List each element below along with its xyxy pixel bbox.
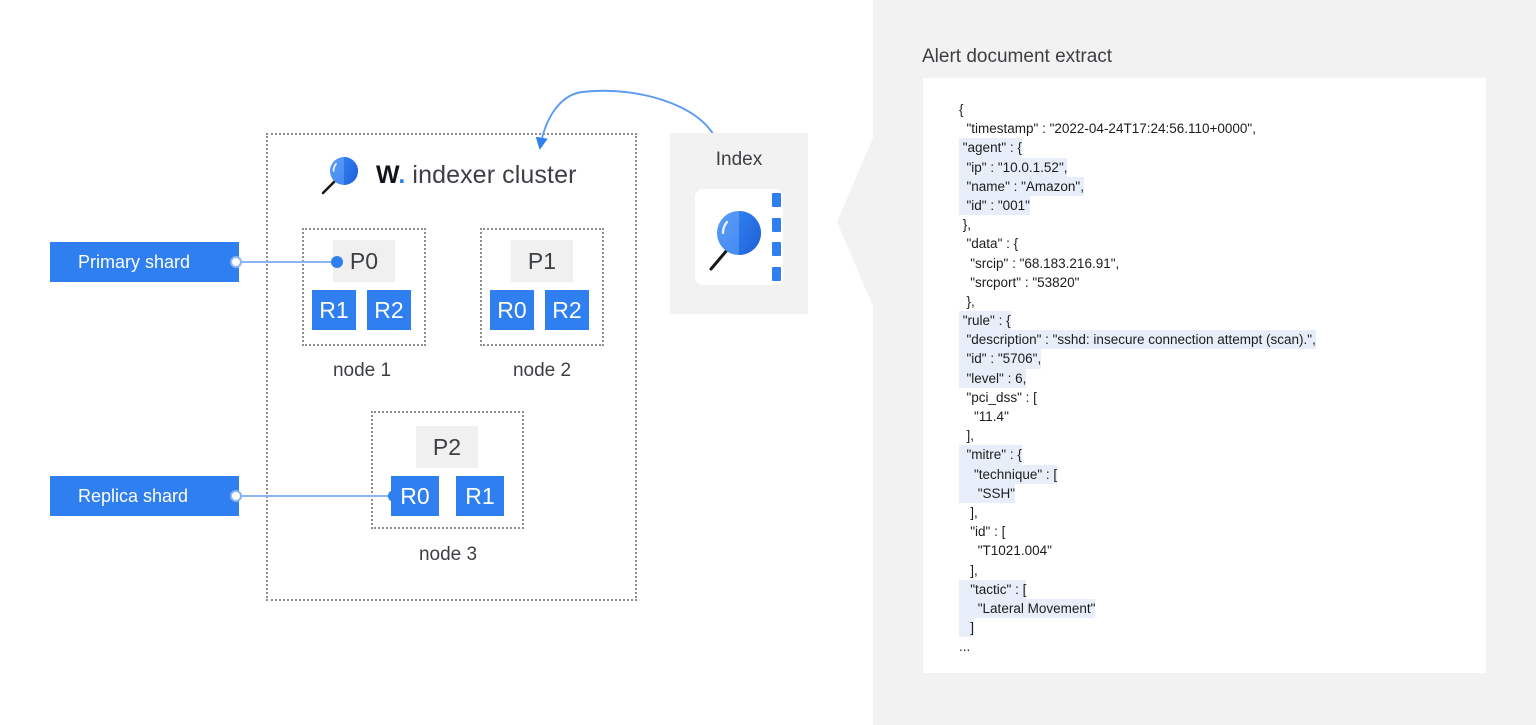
cluster-title: W. indexer cluster bbox=[376, 161, 577, 190]
json-line: }, bbox=[959, 292, 975, 311]
index-dash-3 bbox=[772, 242, 781, 256]
wazuh-magnifier-icon bbox=[318, 152, 364, 198]
json-line: "rule" : { bbox=[959, 311, 1011, 330]
shard-node1-r2[interactable]: R2 bbox=[367, 290, 411, 330]
json-line: "data" : { bbox=[959, 234, 1018, 253]
alert-pane-title: Alert document extract bbox=[922, 46, 1112, 68]
json-line: ] bbox=[959, 618, 974, 637]
json-line: "mitre" : { bbox=[959, 445, 1022, 464]
json-line: "level" : 6, bbox=[959, 369, 1026, 388]
json-line: "agent" : { bbox=[959, 138, 1022, 157]
cluster-header: W. indexer cluster bbox=[318, 152, 577, 198]
index-dash-4 bbox=[772, 267, 781, 281]
json-line: "name" : "Amazon", bbox=[959, 177, 1084, 196]
json-line: "description" : "sshd: insecure connecti… bbox=[959, 330, 1316, 349]
json-line: }, bbox=[959, 215, 971, 234]
cluster-diagram-pane: W. indexer cluster P0 R1 R2 node 1 P1 R0… bbox=[0, 0, 873, 725]
index-card-inner bbox=[695, 189, 783, 285]
cluster-title-text: indexer cluster bbox=[405, 161, 576, 189]
json-line: "T1021.004" bbox=[959, 541, 1052, 560]
legend-primary-shard[interactable]: Primary shard bbox=[50, 242, 239, 282]
alert-document-pane: Alert document extract { "timestamp" : "… bbox=[873, 0, 1536, 725]
wazuh-magnifier-icon bbox=[695, 189, 783, 285]
shard-p0[interactable]: P0 bbox=[333, 240, 395, 282]
json-line: "id" : "001" bbox=[959, 196, 1030, 215]
shard-p2[interactable]: P2 bbox=[416, 426, 478, 468]
index-dash-1 bbox=[772, 193, 781, 207]
json-line: "id" : [ bbox=[959, 522, 1005, 541]
json-line: "Lateral Movement" bbox=[959, 599, 1095, 618]
json-line: ], bbox=[959, 426, 974, 445]
wazuh-wordmark: W. bbox=[376, 161, 405, 189]
shard-node2-r0[interactable]: R0 bbox=[490, 290, 534, 330]
json-line: ], bbox=[959, 503, 978, 522]
json-line: "pci_dss" : [ bbox=[959, 388, 1037, 407]
index-shard-dashes bbox=[772, 193, 781, 281]
json-line: ... bbox=[959, 637, 970, 656]
node-1-label: node 1 bbox=[282, 360, 442, 382]
json-line: "ip" : "10.0.1.52", bbox=[959, 158, 1067, 177]
json-line: "SSH" bbox=[959, 484, 1015, 503]
shard-node3-r1[interactable]: R1 bbox=[456, 476, 504, 516]
node-3-label: node 3 bbox=[368, 544, 528, 566]
json-line: ], bbox=[959, 561, 978, 580]
index-card-title: Index bbox=[670, 149, 808, 171]
legend-primary-shard-label: Primary shard bbox=[78, 252, 190, 273]
index-card[interactable]: Index bbox=[670, 133, 808, 314]
shard-node3-r0[interactable]: R0 bbox=[391, 476, 439, 516]
json-line: "timestamp" : "2022-04-24T17:24:56.110+0… bbox=[959, 119, 1256, 138]
json-line: "srcip" : "68.183.216.91", bbox=[959, 254, 1119, 273]
node-2-label: node 2 bbox=[462, 360, 622, 382]
json-line: { bbox=[959, 100, 964, 119]
json-line: "id" : "5706", bbox=[959, 349, 1041, 368]
json-line: "11.4" bbox=[959, 407, 1009, 426]
shard-node1-r1[interactable]: R1 bbox=[312, 290, 356, 330]
alert-document-card: { "timestamp" : "2022-04-24T17:24:56.110… bbox=[923, 78, 1486, 673]
json-line: "srcport" : "53820" bbox=[959, 273, 1079, 292]
json-line: "tactic" : [ bbox=[959, 580, 1026, 599]
shard-p1[interactable]: P1 bbox=[511, 240, 573, 282]
alert-json-block: { "timestamp" : "2022-04-24T17:24:56.110… bbox=[959, 100, 1316, 656]
shard-node2-r2[interactable]: R2 bbox=[545, 290, 589, 330]
json-line: "technique" : [ bbox=[959, 465, 1057, 484]
index-dash-2 bbox=[772, 218, 781, 232]
legend-replica-shard-label: Replica shard bbox=[78, 486, 188, 507]
legend-replica-shard[interactable]: Replica shard bbox=[50, 476, 239, 516]
